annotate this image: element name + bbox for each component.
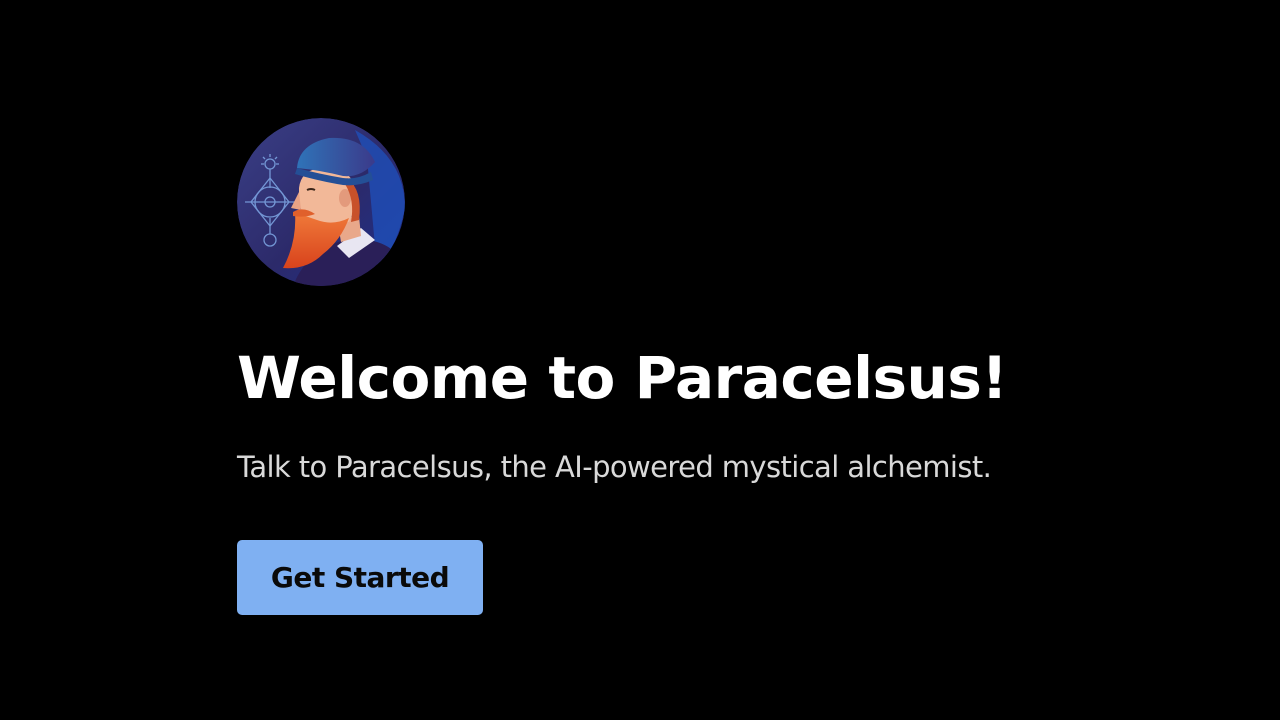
page-title: Welcome to Paracelsus! bbox=[237, 344, 1008, 412]
get-started-button[interactable]: Get Started bbox=[237, 540, 483, 615]
welcome-page: Welcome to Paracelsus! Talk to Paracelsu… bbox=[0, 0, 1280, 720]
alchemist-portrait-icon bbox=[237, 118, 405, 286]
hero-section: Welcome to Paracelsus! Talk to Paracelsu… bbox=[237, 118, 1008, 615]
page-subtitle: Talk to Paracelsus, the AI-powered mysti… bbox=[237, 450, 992, 484]
